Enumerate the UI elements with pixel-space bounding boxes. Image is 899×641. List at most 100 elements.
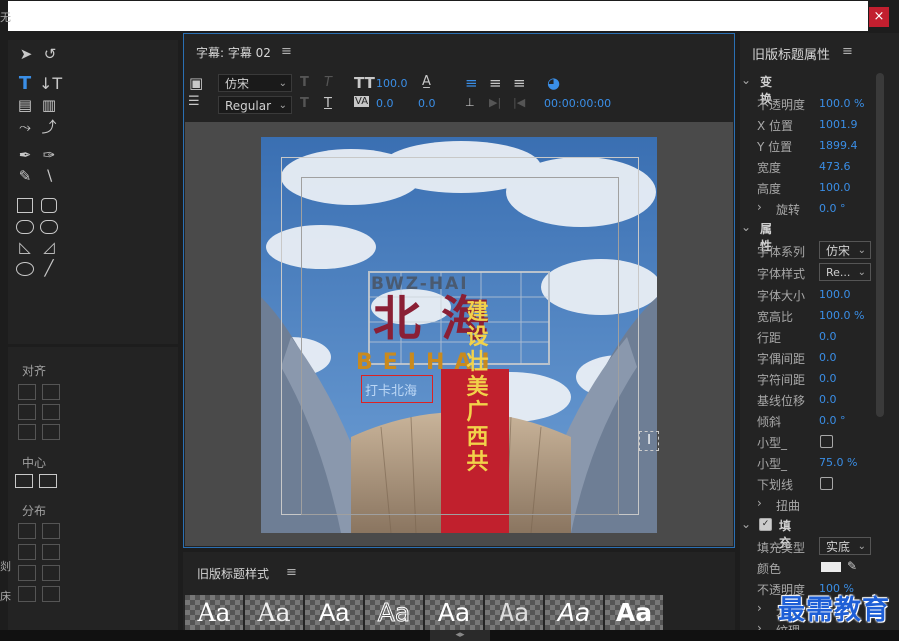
distribute-bottom-icon[interactable] (42, 565, 60, 581)
leading-prop-value[interactable]: 0.0 (819, 330, 837, 343)
align-center-v-icon[interactable] (42, 404, 60, 420)
styles-menu-icon[interactable]: ≡ (286, 565, 297, 580)
show-background-video-icon[interactable]: ◕ (547, 74, 560, 92)
selection-tool-icon[interactable]: ➤ (16, 45, 36, 63)
center-vertical-icon[interactable] (39, 474, 57, 488)
clipped-corner-tool-icon[interactable] (16, 220, 34, 234)
bold-icon[interactable]: T (300, 75, 309, 90)
rotation-value[interactable]: 0.0 ° (819, 202, 846, 215)
path-type-tool-icon[interactable]: ⤳ (15, 118, 35, 136)
tab-stop-icon[interactable]: ⊥ (465, 96, 475, 109)
chevron-right-icon[interactable]: › (757, 496, 762, 510)
font-family-dropdown[interactable]: 仿宋 ⌄ (819, 241, 871, 259)
area-type-tool-icon[interactable]: ▤ (15, 96, 35, 114)
height-value[interactable]: 100.0 (819, 181, 851, 194)
vertical-type-tool-icon[interactable]: ↓T (39, 75, 62, 93)
align-left-text-icon[interactable]: ≡ (465, 74, 478, 92)
font-style-select[interactable]: Regular ⌄ (218, 96, 292, 114)
font-size-value[interactable]: 100.0 (819, 288, 851, 301)
style-swatch[interactable]: Aa (365, 595, 423, 631)
align-right-text-icon[interactable]: ≡ (513, 74, 526, 92)
wedge-tool-icon[interactable]: ◺ (15, 238, 35, 256)
style-swatch[interactable]: Aa (305, 595, 363, 631)
background-video-icon[interactable]: ▣ (189, 74, 203, 92)
chevron-right-icon[interactable]: › (757, 200, 762, 214)
timecode-value[interactable]: 00:00:00:00 (544, 97, 611, 110)
fill-checkbox[interactable]: ✓ (759, 518, 772, 531)
style-swatch[interactable]: Aa (545, 595, 603, 631)
rounded-rectangle-tool-icon[interactable] (41, 198, 57, 213)
add-anchor-tool-icon[interactable]: ✎ (15, 167, 35, 185)
pen-tool-icon[interactable]: ✒ (15, 146, 35, 164)
type-tool-icon[interactable]: T (15, 75, 35, 93)
align-right-icon[interactable] (18, 424, 36, 440)
aspect-value[interactable]: 100.0 % (819, 309, 864, 322)
style-swatch[interactable]: Aa (245, 595, 303, 631)
delete-anchor-tool-icon[interactable]: ✑ (39, 146, 59, 164)
y-position-value[interactable]: 1899.4 (819, 139, 858, 152)
caption-text[interactable]: 打卡北海 (365, 380, 417, 399)
properties-title[interactable]: 旧版标题属性 (752, 44, 830, 63)
width-value[interactable]: 473.6 (819, 160, 851, 173)
opacity-value[interactable]: 100.0 % (819, 97, 864, 110)
distribute-top-icon[interactable] (42, 523, 60, 539)
center-horizontal-icon[interactable] (15, 474, 33, 488)
ellipse-tool-icon[interactable] (16, 262, 34, 276)
font-family-value: 仿宋 (225, 77, 250, 91)
rotate-tool-icon[interactable]: ↺ (40, 45, 60, 63)
distribute-v-space-icon[interactable] (42, 586, 60, 602)
style-swatch[interactable]: Aa (185, 595, 243, 631)
text-selection-box[interactable]: 打卡北海 (361, 375, 433, 403)
distribute-right-icon[interactable] (18, 565, 36, 581)
align-top-icon[interactable] (42, 384, 60, 400)
close-button[interactable]: × (869, 7, 889, 27)
font-style-dropdown[interactable]: Re... ⌄ (819, 263, 871, 281)
chevron-right-icon[interactable]: › (757, 601, 762, 615)
panel-resize-handle[interactable]: ◂▸ (430, 630, 490, 641)
tab-stops-icon[interactable]: ☰ (188, 94, 200, 109)
fill-color-swatch[interactable] (821, 562, 841, 572)
slant-value[interactable]: 0.0 ° (819, 414, 846, 427)
next-frame-icon[interactable]: |◀ (513, 96, 525, 109)
rectangle-tool-icon[interactable] (17, 198, 33, 213)
style-swatch[interactable]: Aa (605, 595, 663, 631)
distribute-center-v-icon[interactable] (42, 544, 60, 560)
italic-icon[interactable]: T (324, 75, 332, 90)
font-family-select[interactable]: 仿宋 ⌄ (218, 74, 292, 92)
align-left-icon[interactable] (18, 384, 36, 400)
underline-icon[interactable]: T (324, 96, 332, 111)
eyedropper-icon[interactable]: ✎ (847, 559, 857, 573)
bold-alt-icon[interactable]: T (300, 96, 309, 111)
align-bottom-icon[interactable] (42, 424, 60, 440)
leading-value[interactable]: 0.0 (418, 97, 436, 110)
distribute-h-space-icon[interactable] (18, 586, 36, 602)
tracking-value[interactable]: 0.0 (819, 372, 837, 385)
arc-tool-icon[interactable]: ◿ (39, 238, 59, 256)
font-size-value[interactable]: 100.0 (376, 77, 408, 90)
kerning-prop-value[interactable]: 0.0 (819, 351, 837, 364)
kerning-value[interactable]: 0.0 (376, 97, 394, 110)
fill-type-dropdown[interactable]: 实底 ⌄ (819, 537, 871, 555)
x-position-value[interactable]: 1001.9 (819, 118, 858, 131)
style-swatch[interactable]: Aa (485, 595, 543, 631)
align-center-h-icon[interactable] (18, 404, 36, 420)
prev-frame-icon[interactable]: ▶| (489, 96, 501, 109)
rounded-corner-tool-icon[interactable] (40, 220, 58, 234)
align-center-text-icon[interactable]: ≡ (489, 74, 502, 92)
underline-checkbox[interactable] (820, 477, 833, 490)
style-swatch[interactable]: Aa (425, 595, 483, 631)
distribute-center-h-icon[interactable] (18, 544, 36, 560)
line-tool-icon[interactable]: ╱ (39, 259, 59, 277)
properties-menu-icon[interactable]: ≡ (842, 44, 853, 59)
vertical-path-type-tool-icon[interactable]: ⤴ (39, 118, 59, 136)
convert-anchor-tool-icon[interactable]: ∖ (39, 167, 59, 185)
vertical-area-type-tool-icon[interactable]: ▥ (39, 96, 59, 114)
baseline-value[interactable]: 0.0 (819, 393, 837, 406)
small-caps-checkbox[interactable] (820, 435, 833, 448)
distribute-left-icon[interactable] (18, 523, 36, 539)
styles-tab[interactable]: 旧版标题样式 (197, 565, 269, 582)
title-panel-menu-icon[interactable]: ≡ (281, 44, 292, 59)
small-caps-size-value[interactable]: 75.0 % (819, 456, 857, 469)
tab-title[interactable]: 字幕: 字幕 02 (196, 44, 271, 61)
underline-label: 下划线 (757, 478, 794, 492)
